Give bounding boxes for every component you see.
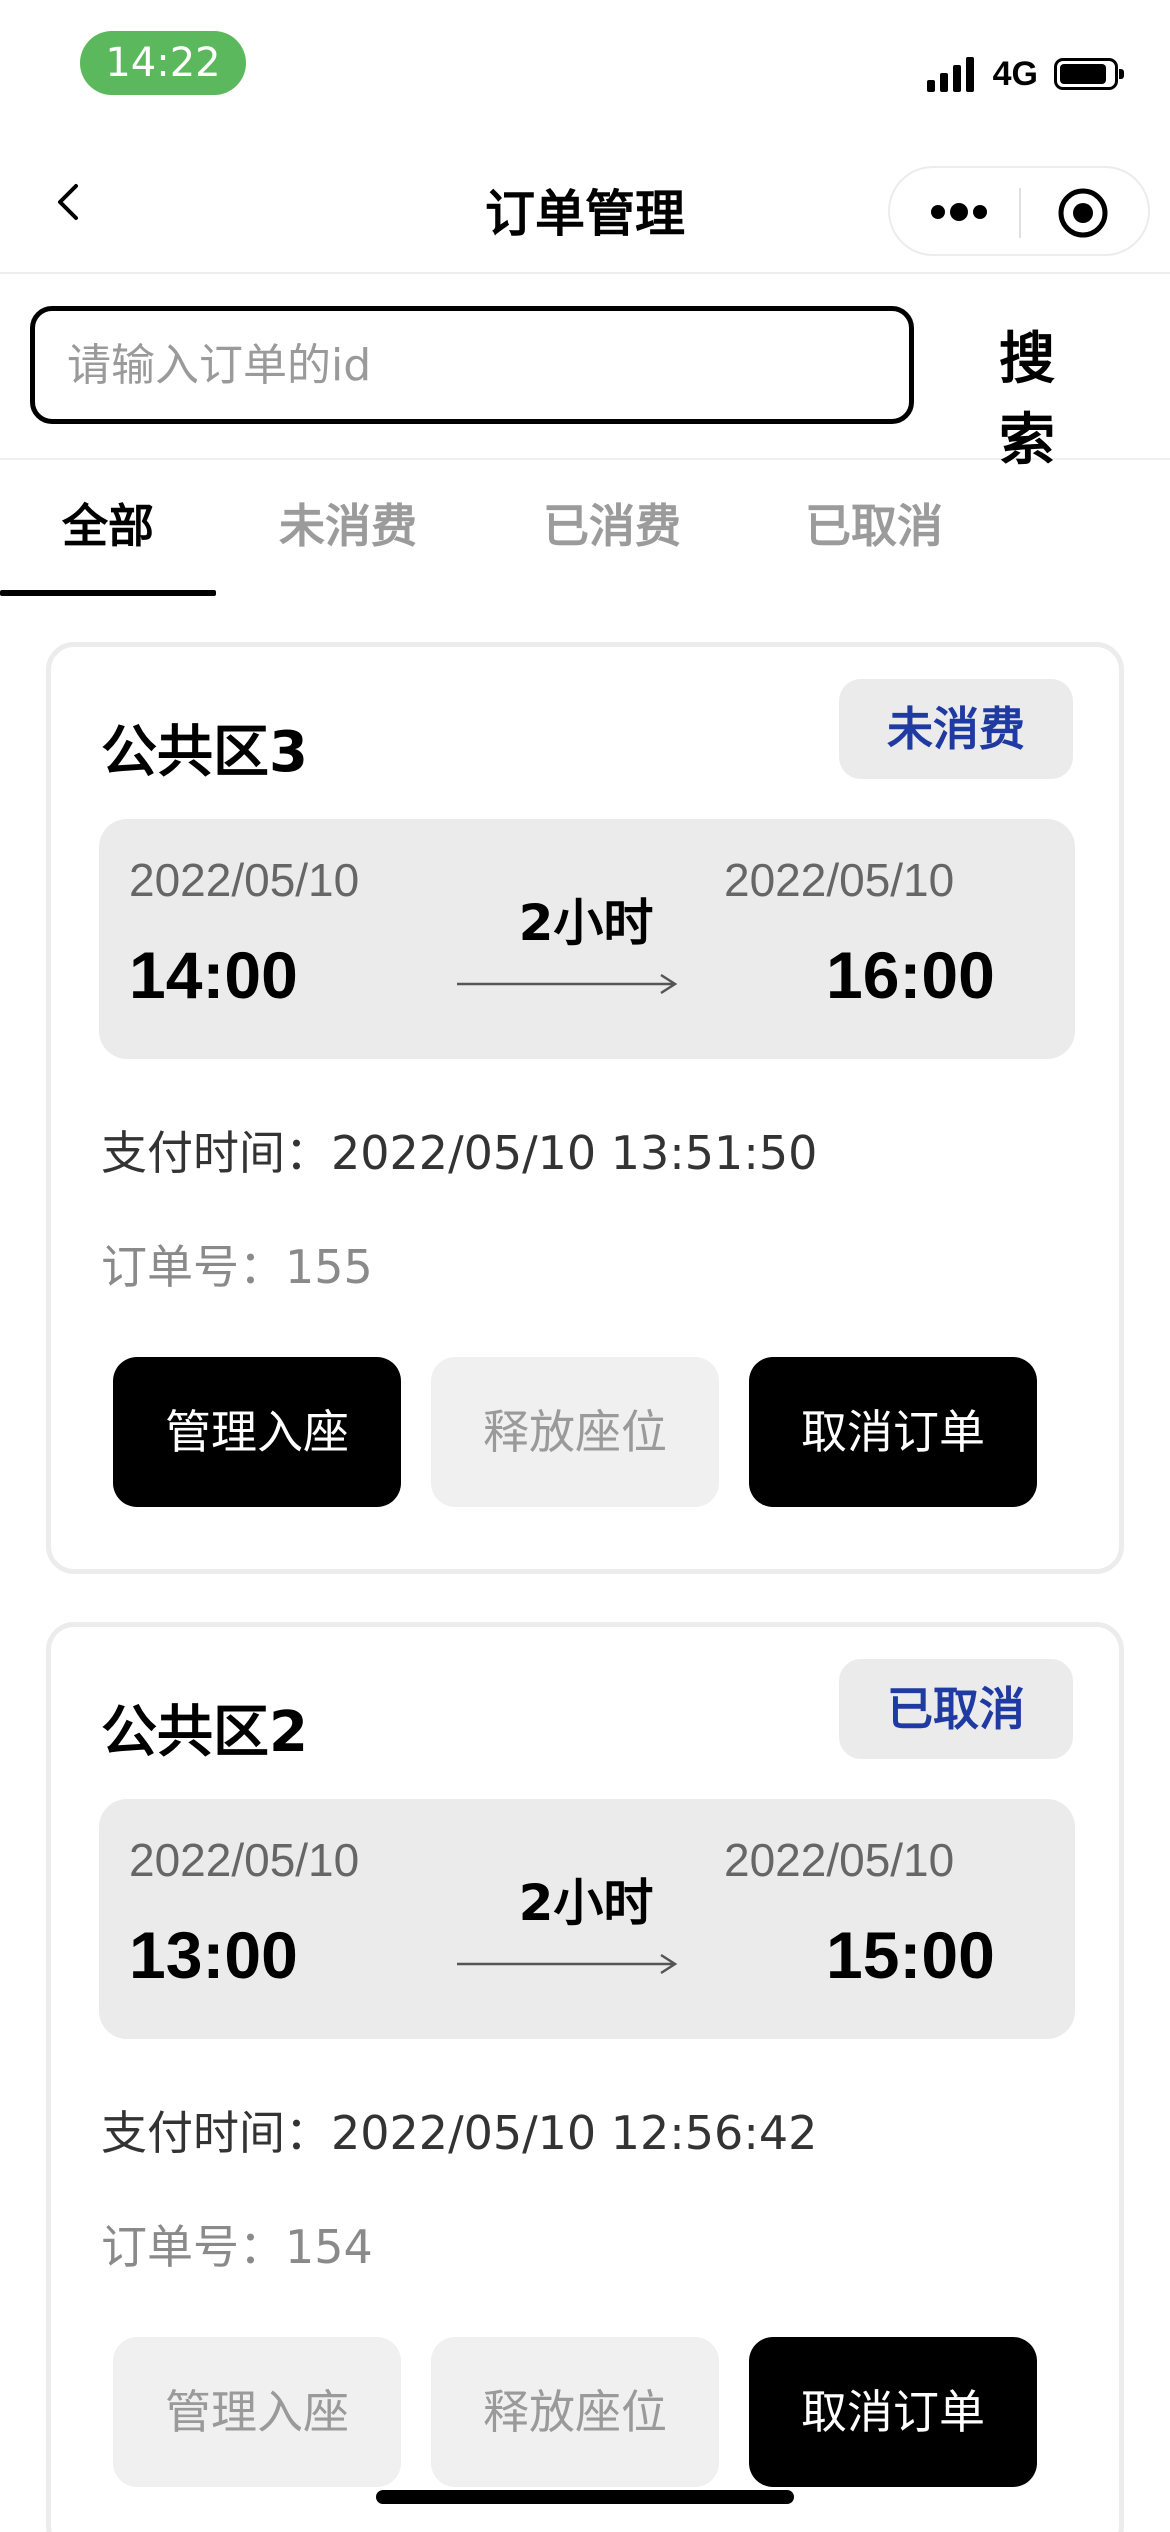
manage-seating-button[interactable]: 管理入座 <box>113 1357 401 1507</box>
payment-time: 支付时间：2022/05/10 13:51:50 <box>101 1126 818 1180</box>
order-area: 公共区2 <box>101 1700 308 1765</box>
order-area: 公共区3 <box>101 720 308 785</box>
search-bar: 搜 索 <box>0 274 1170 473</box>
time-range: 2022/05/10 14:00 2小时 2022/05/10 16:00 <box>99 819 1075 1059</box>
release-seat-button[interactable]: 释放座位 <box>431 1357 719 1507</box>
manage-seating-button[interactable]: 管理入座 <box>113 2337 401 2487</box>
network-type: 4G <box>992 54 1038 93</box>
battery-icon <box>1054 58 1124 90</box>
end-date: 2022/05/10 <box>724 1834 955 1886</box>
cancel-order-button[interactable]: 取消订单 <box>749 2337 1037 2487</box>
payment-time: 支付时间：2022/05/10 12:56:42 <box>101 2106 818 2160</box>
active-tab-indicator <box>0 590 216 596</box>
order-tabs: 全部 未消费 已消费 已取消 <box>0 462 1170 598</box>
nav-bar: 订单管理 <box>0 132 1170 274</box>
order-management-page: 14:22 4G 订单管理 请输入订单的id 搜 索 全部 未消费 已消费 已取… <box>0 0 1170 2532</box>
tab-cancelled[interactable]: 已取消 <box>782 462 966 594</box>
start-date: 2022/05/10 <box>129 1834 360 1886</box>
start-time: 14:00 <box>129 938 298 1012</box>
duration: 2小时 <box>518 894 654 952</box>
status-bar: 14:22 4G <box>0 0 1170 132</box>
status-badge: 未消费 <box>839 679 1073 779</box>
status-time: 14:22 <box>80 31 246 95</box>
mini-program-capsule <box>888 166 1150 256</box>
order-number: 订单号：154 <box>101 2220 373 2274</box>
order-card: 公共区3 未消费 2022/05/10 14:00 2小时 2022/05/10… <box>46 642 1124 1574</box>
order-card: 公共区2 已取消 2022/05/10 13:00 2小时 2022/05/10… <box>46 1622 1124 2532</box>
start-date: 2022/05/10 <box>129 854 360 906</box>
signal-icon <box>926 56 979 92</box>
status-badge: 已取消 <box>839 1659 1073 1759</box>
arrow-icon <box>457 1953 678 1975</box>
tab-all[interactable]: 全部 <box>0 462 216 594</box>
home-indicator <box>376 2490 794 2504</box>
duration: 2小时 <box>518 1874 654 1932</box>
cancel-order-button[interactable]: 取消订单 <box>749 1357 1037 1507</box>
status-indicators: 4G <box>926 52 1124 96</box>
target-icon[interactable] <box>1057 187 1109 239</box>
tab-consumed[interactable]: 已消费 <box>520 462 704 594</box>
search-input[interactable] <box>30 306 914 424</box>
end-time: 16:00 <box>826 938 995 1012</box>
arrow-icon <box>457 973 678 995</box>
order-number: 订单号：155 <box>101 1240 373 1294</box>
start-time: 13:00 <box>129 1918 298 1992</box>
capsule-divider <box>1019 188 1021 238</box>
time-range: 2022/05/10 13:00 2小时 2022/05/10 15:00 <box>99 1799 1075 2039</box>
release-seat-button[interactable]: 释放座位 <box>431 2337 719 2487</box>
more-icon[interactable] <box>928 194 990 230</box>
search-button[interactable]: 搜 索 <box>940 314 1140 473</box>
tab-unconsumed[interactable]: 未消费 <box>256 462 440 594</box>
end-time: 15:00 <box>826 1918 995 1992</box>
end-date: 2022/05/10 <box>724 854 955 906</box>
